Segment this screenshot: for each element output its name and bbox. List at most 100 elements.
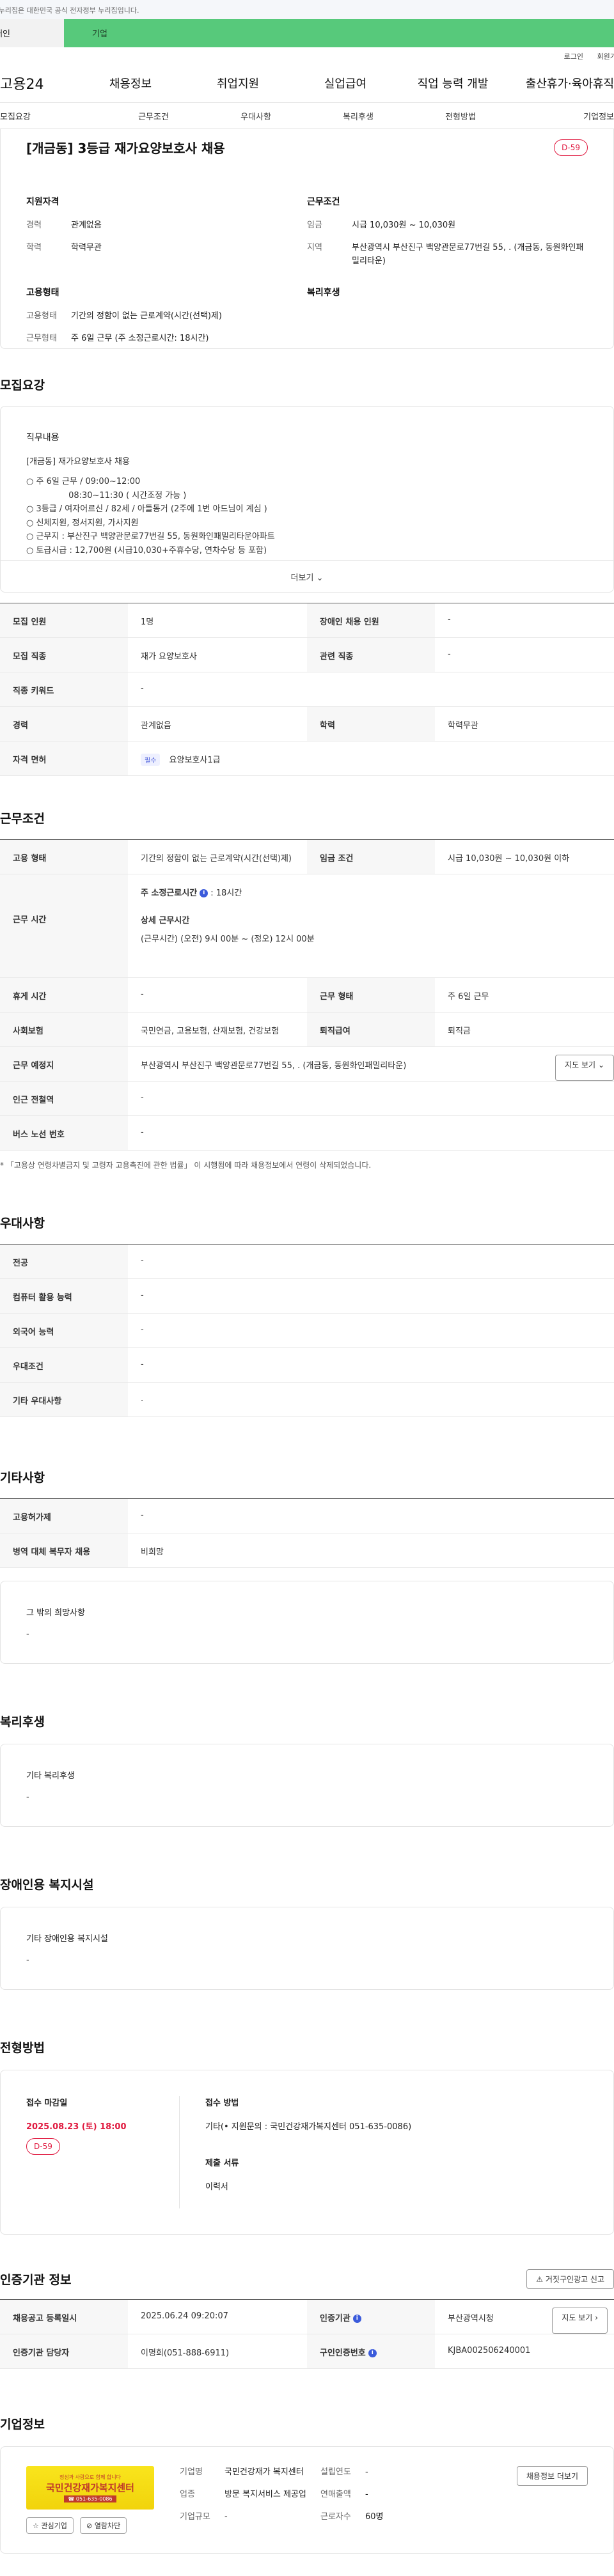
hours-weekly-value: : 18시간 — [210, 888, 242, 898]
interest-button[interactable]: ☆ 관심기업 — [26, 2517, 74, 2534]
other-wishes-heading: 그 밖의 희망사항 — [26, 1608, 85, 1618]
duty-text: [개금동] 재가요양보호사 채용 ○ 주 6일 근무 / 09:00~12:00… — [26, 455, 588, 557]
employees-row: 근로자수 60명 — [320, 2511, 448, 2524]
more-button[interactable]: 더보기 ⌄ — [1, 560, 613, 592]
company-more-col: 채용정보 더보기 — [448, 2466, 588, 2534]
license-value: 요양보호사1급 — [169, 756, 221, 765]
report-button-label: 거짓구인광고 신고 — [545, 2275, 604, 2284]
recruit-title: 모집요강 — [0, 378, 45, 392]
company-title: 기업정보 — [0, 2417, 45, 2432]
preference-table: 전공 - 컴퓨터 활용 능력 - 외국어 능력 - 우대조건 - 기타 우대사항… — [0, 1244, 614, 1417]
section-nav-conditions[interactable]: 근무조건 — [102, 110, 205, 122]
tab-corporate[interactable]: 기업 — [64, 19, 614, 47]
main-nav: 고용24 채용정보 취업지원 실업급여 직업 능력 개발 출산휴가·육아휴직 — [0, 64, 614, 102]
row-label: 근무 형태 — [307, 978, 435, 1012]
agency-map-label: 지도 보기 — [562, 2313, 593, 2322]
section-nav-selection[interactable]: 전형방법 — [409, 110, 512, 122]
report-icon: ⚠ — [536, 2275, 544, 2284]
table-cell-group: 장애인 채용 인원 - — [307, 603, 614, 637]
certification-table: 채용공고 등록일시 2025.06.24 09:20:07 인증기관 i 부산광역… — [0, 2299, 614, 2369]
hours-detail-label: 상세 근무시간 — [141, 916, 190, 926]
deadline-col: 접수 마감일 2025.08.23 (토) 18:00 D-59 — [26, 2096, 180, 2208]
section-nav: 모집요강 근무조건 우대사항 복리후생 전형방법 기업정보 — [0, 102, 614, 129]
tab-corporate-label: 기업 — [92, 29, 107, 39]
section-nav-welfare[interactable]: 복리후생 — [307, 110, 409, 122]
qualification-col: 지원자격 경력 관계없음 학력 학력무관 — [26, 195, 307, 277]
certification-title: 인증기관 정보 — [0, 2273, 72, 2287]
info-icon[interactable]: i — [368, 2349, 377, 2357]
nav-job-info[interactable]: 채용정보 — [77, 75, 184, 91]
size-row: 기업규모 - — [180, 2511, 320, 2524]
agency-map-button[interactable]: 지도 보기 › — [552, 2308, 608, 2334]
row-value: - — [141, 1291, 144, 1300]
block-button[interactable]: ⊘ 열람차단 — [80, 2517, 127, 2534]
row-value: 이명희(051-888-6911) — [141, 2348, 230, 2358]
map-button[interactable]: 지도 보기 ⌄ — [555, 1055, 614, 1081]
license-cell: 필수 요양보호사1급 — [128, 741, 614, 775]
nav-job-skills[interactable]: 직업 능력 개발 — [399, 75, 507, 91]
login-link[interactable]: 로그인 — [564, 52, 583, 61]
duty-line: ○ 3등급 / 여자어르신 / 82세 / 아들동거 (2주에 1번 아드님이 … — [26, 504, 267, 515]
block-label: 열람차단 — [94, 2522, 121, 2530]
chevron-down-icon: ⌄ — [597, 1060, 604, 1069]
table-row: 컴퓨터 활용 능력 - — [0, 1279, 614, 1314]
employees-value: 60명 — [365, 2511, 384, 2522]
age-note: * 「고용상 연령차별금지 및 고령자 고용촉진에 관한 법률」 이 시행됨에 … — [0, 1161, 372, 1170]
row-label: 관련 직종 — [307, 638, 435, 672]
region-value: 부산광역시 부산진구 백양관문로77번길 55, . (개금동, 동원화인패밀리… — [352, 242, 584, 266]
nav-parental-leave[interactable]: 출산휴가·육아휴직 — [507, 75, 614, 91]
duty-line: [개금동] 재가요양보호사 채용 — [26, 457, 130, 467]
qualification-heading: 지원자격 — [26, 197, 59, 207]
info-icon[interactable]: i — [352, 2315, 361, 2323]
row-value: 학력무관 — [448, 721, 478, 731]
work-form-label: 근무형태 — [26, 334, 57, 344]
welfare-title: 복리후생 — [0, 1715, 45, 1729]
job-title: [개금동] 3등급 재가요양보호사 채용 — [26, 141, 225, 156]
row-value: - — [141, 1128, 144, 1137]
founded-row: 설립연도 - — [320, 2466, 448, 2479]
site-logo[interactable]: 고용24 — [0, 73, 77, 93]
interest-label: 관심기업 — [41, 2522, 67, 2530]
row-value: 1명 — [141, 617, 154, 627]
dday-badge: D-59 — [554, 139, 588, 156]
map-button-label: 지도 보기 — [565, 1060, 596, 1069]
table-cell-group: 관련 직종 - — [307, 638, 614, 672]
section-nav-preference[interactable]: 우대사항 — [205, 110, 307, 122]
table-cell-group: 고용 형태 기간의 정함이 없는 근로계약(시간(선택)제) — [0, 840, 307, 874]
row-label: 구인인증번호 i — [307, 2334, 435, 2368]
star-icon: ☆ — [33, 2522, 39, 2530]
required-tag: 필수 — [141, 754, 161, 766]
table-cell-group: 인증기관 담당자 이명희(051-888-6911) — [0, 2334, 307, 2368]
row-value: - — [448, 615, 451, 625]
method-label: 접수 방법 — [205, 2099, 239, 2108]
region-row: 지역 부산광역시 부산진구 백양관문로77번길 55, . (개금동, 동원화인… — [307, 242, 588, 268]
logo-name: 국민건강재가복지센터 — [45, 2481, 134, 2494]
company-info-col-1: 기업명 국민건강재가 복지센터 업종 방문 복지서비스 제공업 기업규모 - — [180, 2466, 320, 2534]
section-nav-company[interactable]: 기업정보 — [512, 110, 614, 122]
row-label: 근무 시간 — [0, 874, 128, 977]
nav-employment-support[interactable]: 취업지원 — [184, 75, 292, 91]
preference-title: 우대사항 — [0, 1216, 45, 1230]
nav-unemployment-benefit[interactable]: 실업급여 — [292, 75, 399, 91]
more-label: 더보기 — [290, 573, 314, 583]
agency-label: 인증기관 — [320, 2314, 350, 2324]
info-icon[interactable]: i — [200, 889, 209, 897]
table-row: 직종 키워드 - — [0, 672, 614, 707]
more-jobs-button[interactable]: 채용정보 더보기 — [516, 2466, 588, 2486]
deadline-label: 접수 마감일 — [26, 2099, 68, 2108]
industry-row: 업종 방문 복지서비스 제공업 — [180, 2488, 320, 2502]
certification-header: 인증기관 정보 ⚠ 거짓구인광고 신고 — [0, 2269, 614, 2289]
tab-personal[interactable]: 개인 — [0, 19, 64, 47]
row-value: KJBA002506240001 — [448, 2346, 531, 2355]
report-button[interactable]: ⚠ 거짓구인광고 신고 — [526, 2269, 614, 2289]
wage-row: 임금 시급 10,030원 ~ 10,030원 — [307, 219, 588, 233]
education-value: 학력무관 — [71, 242, 102, 252]
agency-cell: 부산광역시청 지도 보기 › — [435, 2300, 614, 2334]
section-nav-recruit[interactable]: 모집요강 — [0, 110, 102, 122]
revenue-label: 연매출액 — [320, 2489, 351, 2499]
signup-link[interactable]: 회원가입 — [597, 52, 614, 61]
table-cell-group: 모집 인원 1명 — [0, 603, 307, 637]
table-row: 고용허가제 - — [0, 1499, 614, 1533]
recruit-table: 모집 인원 1명 장애인 채용 인원 - 모집 직종 재가 요양보호사 관련 직… — [0, 603, 614, 776]
agency-value: 부산광역시청 — [448, 2314, 494, 2324]
